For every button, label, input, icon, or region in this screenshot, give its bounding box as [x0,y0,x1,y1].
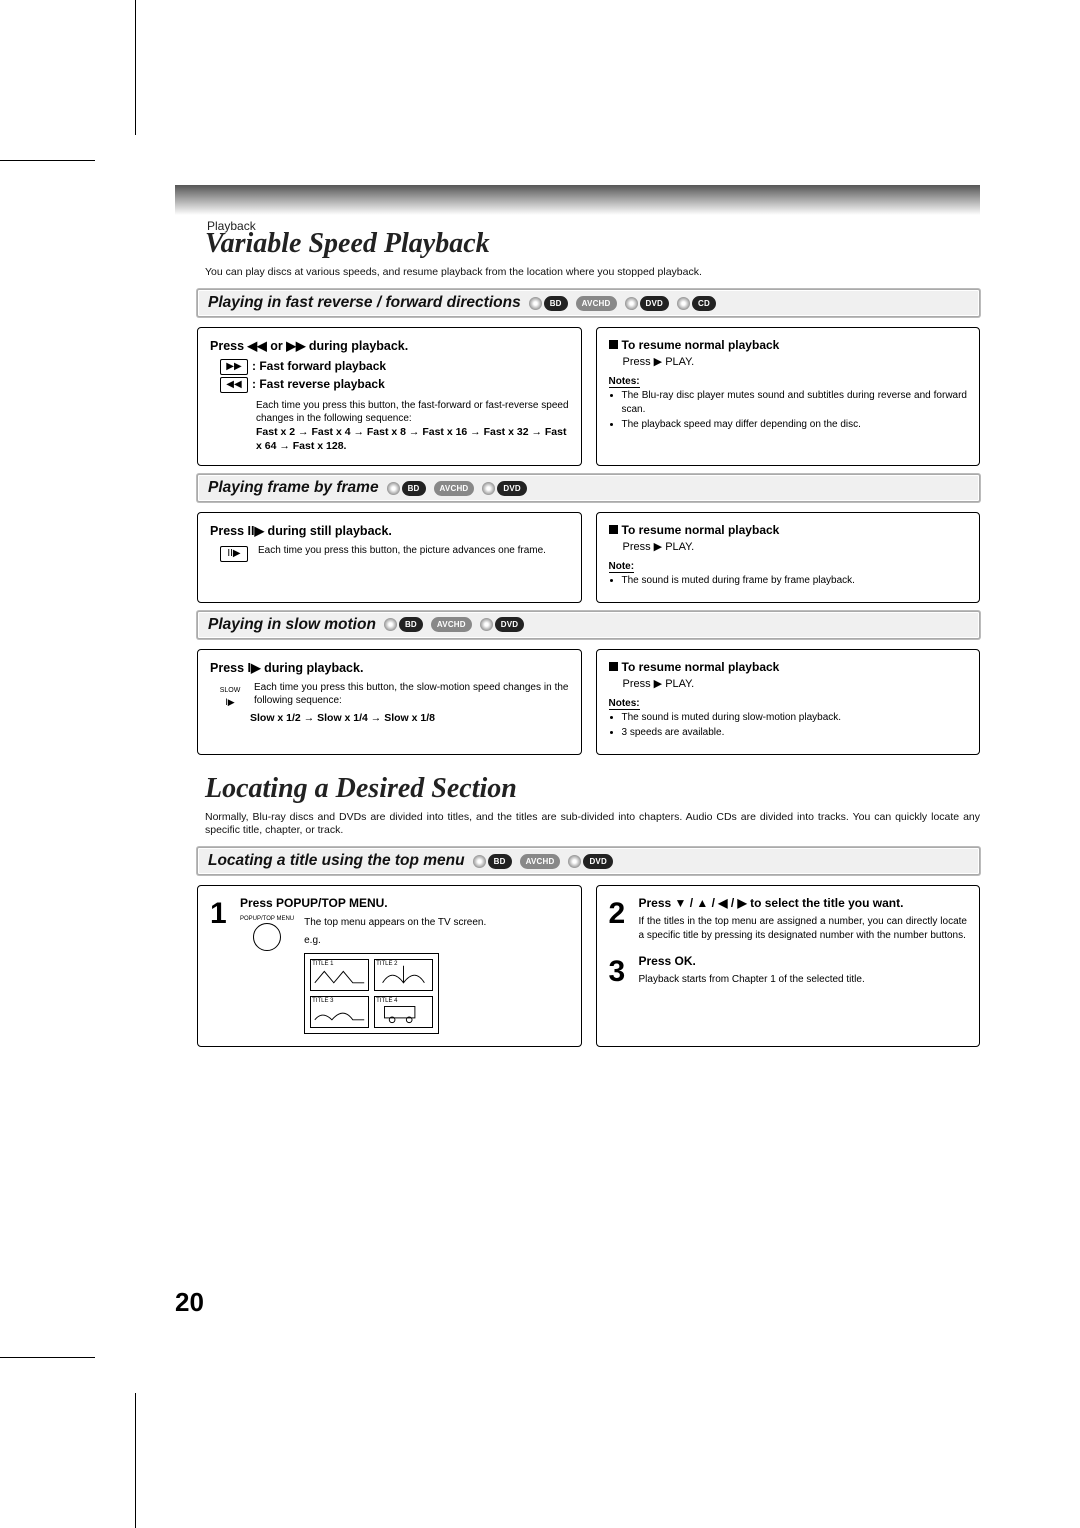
speed-sequence: Fast x 2 → Fast x 4 → Fast x 8 → Fast x … [256,425,569,453]
badge-bd: BD [402,481,426,496]
crop-mark [0,1357,95,1358]
fast-forward-icon: ▶▶ [220,359,248,375]
title-grid-example: TITLE 1 TITLE 2 TITLE 3 TITLE 4 [304,953,439,1034]
resume-body: Press ▶ PLAY. [623,677,968,690]
instruction-box-right: To resume normal playback Press ▶ PLAY. … [596,649,981,755]
title-tile: TITLE 1 [310,959,369,991]
resume-body: Press ▶ PLAY. [623,355,968,368]
note-item: The sound is muted during frame by frame… [622,574,968,588]
step-heading: Press POPUP/TOP MENU. [240,896,388,910]
subsection-bar-fast: Playing in fast reverse / forward direct… [197,289,980,317]
note-item: The Blu-ray disc player mutes sound and … [622,389,968,416]
notes-heading: Notes: [609,376,640,388]
resume-heading: To resume normal playback [622,523,780,537]
title-tile: TITLE 4 [374,996,433,1028]
instruction-box-left: Press ◀◀ or ▶▶ during playback. ▶▶ : Fast… [197,327,582,466]
notes-heading: Notes: [609,698,640,710]
subsection-title: Playing in slow motion [208,616,376,634]
badge-bd: BD [399,617,423,632]
resume-body: Press ▶ PLAY. [623,540,968,553]
subsection-bar-topmenu: Locating a title using the top menu BD A… [197,847,980,875]
step-heading: Press ▼ / ▲ / ◀ / ▶ to select the title … [639,896,904,910]
step-box-left: 1 Press POPUP/TOP MENU. POPUP/TOP MENU T… [197,885,582,1047]
press-heading: Press ◀◀ or ▶▶ during playback. [210,338,569,353]
slow-motion-icon: SLOW I▶ [216,683,244,707]
slow-sequence: Slow x 1/2 → Slow x 1/4 → Slow x 1/8 [250,712,569,724]
crop-mark [0,160,95,161]
section-tab-band: Playback [175,185,980,215]
note-item: The sound is muted during slow-motion pl… [622,711,968,725]
crop-mark [135,0,136,135]
speed-desc: Each time you press this button, the fas… [256,399,569,425]
disc-icon [384,618,397,631]
resume-heading: To resume normal playback [622,338,780,352]
step-heading: Press OK. [639,954,696,968]
badge-dvd: DVD [495,617,525,632]
title-tile: TITLE 3 [310,996,369,1028]
badge-avchd: AVCHD [431,617,472,632]
subsection-title: Locating a title using the top menu [208,852,465,870]
subsection-title: Playing in fast reverse / forward direct… [208,294,521,312]
disc-icon [568,855,581,868]
disc-icon [480,618,493,631]
resume-heading: To resume normal playback [622,660,780,674]
step-desc: If the titles in the top menu are assign… [639,915,968,942]
section-title-locating: Locating a Desired Section [175,773,980,805]
badge-dvd: DVD [640,296,670,311]
ff-label: : Fast forward playback [252,359,386,373]
badge-avchd: AVCHD [576,296,617,311]
slow-desc: Each time you press this button, the slo… [254,681,569,708]
section-intro: Normally, Blu-ray discs and DVDs are div… [205,811,980,837]
note-item: 3 speeds are available. [622,726,968,740]
disc-icon [677,297,690,310]
disc-icon [529,297,542,310]
badge-dvd: DVD [583,854,613,869]
step-number: 2 [609,896,631,942]
badge-bd: BD [488,854,512,869]
badge-avchd: AVCHD [520,854,561,869]
badge-dvd: DVD [497,481,527,496]
title-tile: TITLE 2 [374,959,433,991]
instruction-box-right: To resume normal playback Press ▶ PLAY. … [596,327,981,466]
badge-avchd: AVCHD [434,481,475,496]
press-heading: Press I▶ during playback. [210,660,569,675]
disc-icon [387,482,400,495]
bullet-square-icon [609,525,618,534]
step-desc: The top menu appears on the TV screen. [304,916,568,930]
eg-label: e.g. [304,934,568,948]
subsection-bar-slow: Playing in slow motion BD AVCHD DVD [197,611,980,639]
fast-reverse-icon: ◀◀ [220,377,248,393]
subsection-bar-frame: Playing frame by frame BD AVCHD DVD [197,474,980,502]
popup-button-diagram: POPUP/TOP MENU [240,916,294,1034]
step-desc: Playback starts from Chapter 1 of the se… [639,973,968,987]
notes-heading: Note: [609,561,635,573]
instruction-box-right: To resume normal playback Press ▶ PLAY. … [596,512,981,603]
fr-label: : Fast reverse playback [252,377,385,391]
badge-cd: CD [692,296,716,311]
instruction-box-left: Press I▶ during playback. SLOW I▶ Each t… [197,649,582,755]
step-box-right: 2 Press ▼ / ▲ / ◀ / ▶ to select the titl… [596,885,981,1047]
page-number: 20 [175,1287,204,1318]
manual-page: Playback Variable Speed Playback You can… [0,0,1080,1528]
crop-mark [135,1393,136,1528]
instruction-box-left: Press II▶ during still playback. II▶ Eac… [197,512,582,603]
note-item: The playback speed may differ depending … [622,418,968,432]
disc-icon [482,482,495,495]
section-title-variable-speed: Variable Speed Playback [175,228,980,260]
step-number: 1 [210,896,232,1034]
step-number: 3 [609,954,631,987]
subsection-title: Playing frame by frame [208,479,379,497]
badge-bd: BD [544,296,568,311]
frame-desc: Each time you press this button, the pic… [258,544,546,558]
disc-icon [473,855,486,868]
section-intro: You can play discs at various speeds, an… [205,266,980,279]
disc-icon [625,297,638,310]
bullet-square-icon [609,662,618,671]
bullet-square-icon [609,340,618,349]
press-heading: Press II▶ during still playback. [210,523,569,538]
frame-advance-icon: II▶ [220,546,248,562]
